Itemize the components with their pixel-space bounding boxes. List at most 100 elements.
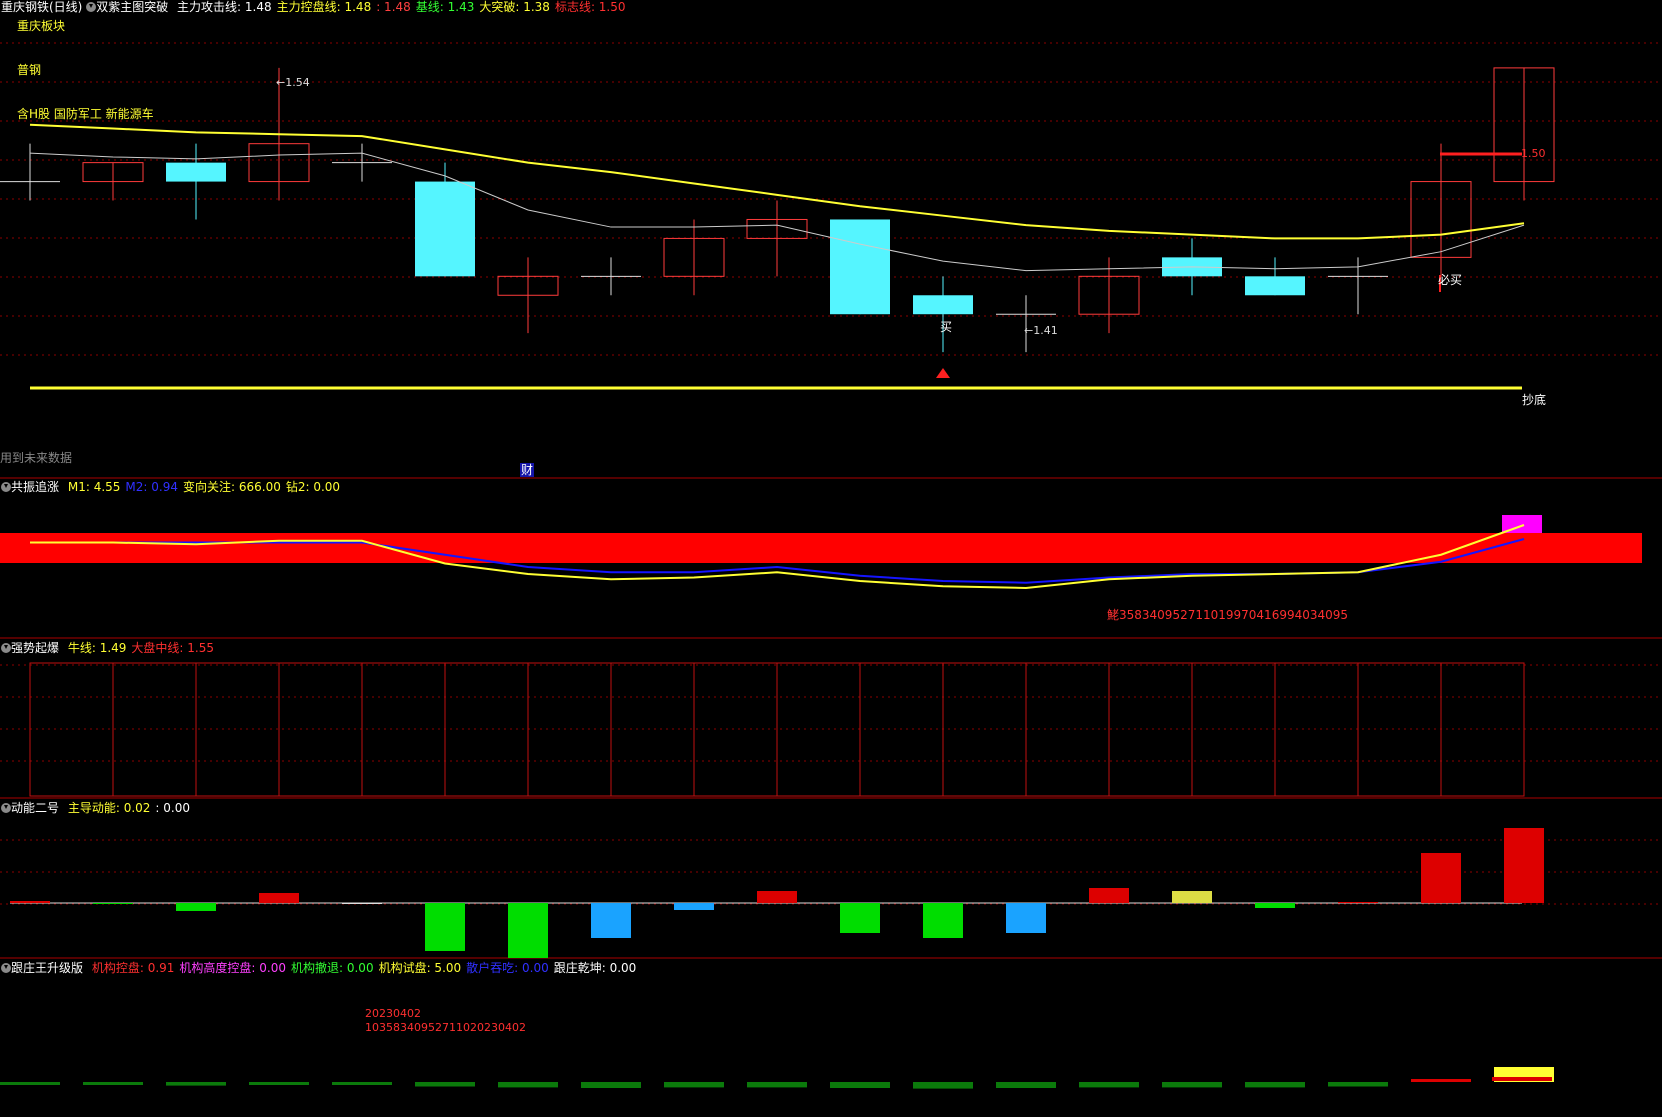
panel4-items: 主导动能: 0.02 : 0.00 (63, 801, 190, 815)
zhuang-bar (1245, 1082, 1305, 1088)
chart-stage: 重庆钢铁(日线) 双紫主图突破 主力攻击线: 1.48 主力控盘线: 1.48 : … (0, 0, 1662, 1117)
indicator-name: 双紫主图突破 (96, 0, 169, 14)
industry-tag: 普钢 (17, 63, 42, 77)
zhuang-bar (1162, 1082, 1222, 1088)
momentum-bar (1421, 853, 1461, 903)
panel3-items: 牛线: 1.49 大盘中线: 1.55 (63, 641, 214, 655)
momentum-bar (923, 903, 963, 938)
panel5-header: 跟庄王升级版 机构控盘: 0.91 机构高度控盘: 0.00 机构撤退: 0.00 机… (1, 961, 636, 975)
momentum-bar (10, 901, 50, 903)
candle-body-down (830, 219, 890, 315)
header-items: 主力攻击线: 1.48 主力控盘线: 1.48 : 1.48 基线: 1.43 大突破:… (172, 0, 625, 14)
header-item-2: : 1.48 (376, 0, 411, 14)
momentum-bar (1089, 888, 1129, 903)
strength-bar (1108, 662, 1193, 797)
zhuang-bar (166, 1082, 226, 1086)
buy-label: 买 (940, 320, 953, 334)
momentum-bar (1338, 902, 1378, 903)
header-item-4: 大突破: 1.38 (479, 0, 550, 14)
momentum-bar (259, 893, 299, 903)
momentum-bar (1504, 828, 1544, 903)
concept-tags: 含H股 国防军工 新能源车 (17, 107, 154, 121)
candle-body-down (415, 181, 475, 277)
must-buy-label: 必买 (1438, 273, 1463, 287)
momentum-bar (840, 903, 880, 933)
zhuang-bar (830, 1082, 890, 1088)
panel5-item-3: 机构试盘: 5.00 (378, 961, 462, 975)
sector-tag: 重庆板块 (17, 19, 66, 33)
zhuang-bar (332, 1082, 392, 1085)
gear-icon[interactable] (86, 2, 97, 12)
strength-bar (693, 662, 778, 797)
gear-icon[interactable] (1, 963, 11, 973)
panel5-item-4: 散户吞吃: 0.00 (466, 961, 549, 975)
chart-canvas[interactable] (0, 0, 1662, 1117)
zhuang-bar (0, 1082, 60, 1085)
buy-arrow-icon (936, 368, 950, 378)
panel4-item-1: : 0.00 (155, 801, 190, 815)
momentum-bar (93, 903, 133, 904)
header-item-0: 主力攻击线: 1.48 (177, 0, 272, 14)
strength-bar (112, 662, 197, 797)
zhuang-red-bar (1492, 1077, 1552, 1081)
panel5-item-2: 机构撤退: 0.00 (291, 961, 374, 975)
chaodi-label: 抄底 (1522, 393, 1547, 407)
panel3-item-0: 牛线: 1.49 (67, 641, 127, 655)
momentum-bar (757, 891, 797, 903)
last-value-label: 1.50 (1521, 147, 1546, 160)
candle-body-down (166, 162, 226, 182)
main-header: 重庆钢铁(日线) 双紫主图突破 主力攻击线: 1.48 主力控盘线: 1.48 : … (1, 0, 626, 14)
zhuang-bar (249, 1082, 309, 1085)
momentum-bar (342, 903, 382, 904)
future-data-label: 用到未来数据 (0, 451, 73, 465)
panel5-title: 跟庄王升级版 (11, 961, 84, 975)
header-item-3: 基线: 1.43 (415, 0, 475, 14)
candle-body-down (913, 295, 973, 315)
zhuang-bar (83, 1082, 143, 1085)
zhuang-bar (747, 1082, 807, 1088)
panel5-note1: 20230402 (365, 1007, 421, 1020)
strength-bar (1191, 662, 1276, 797)
zhuang-bar (1411, 1079, 1471, 1082)
panel2-title: 共振追涨 (11, 480, 60, 494)
resonance-band (0, 533, 1642, 563)
strength-bar (610, 662, 695, 797)
stock-title: 重庆钢铁(日线) (1, 0, 83, 14)
header-item-1: 主力控盘线: 1.48 (276, 0, 372, 14)
momentum-bar (1006, 903, 1046, 933)
momentum-bar (425, 903, 465, 951)
panel2-item-3: 钻2: 0.00 (285, 480, 341, 494)
gear-icon[interactable] (1, 643, 11, 653)
panel2-item-0: M1: 4.55 (67, 480, 121, 494)
panel3-title: 强势起爆 (11, 641, 60, 655)
panel2-note: 鮱3583409527110199704169940340​95 (1107, 608, 1349, 622)
panel2-item-2: 变向关注: 666.00 (183, 480, 281, 494)
momentum-bar (591, 903, 631, 938)
panel5-items: 机构控盘: 0.91 机构高度控盘: 0.00 机构撤退: 0.00 机构试盘: 5.… (87, 961, 636, 975)
panel5-note2: 10358340952711020230402 (365, 1021, 526, 1034)
panel2-item-1: M2: 0.94 (125, 480, 178, 494)
gear-icon[interactable] (1, 482, 11, 492)
panel5-item-1: 机构高度控盘: 0.00 (179, 961, 286, 975)
strength-bar (195, 662, 280, 797)
momentum-bar (1172, 891, 1212, 903)
zhuang-bar (913, 1082, 973, 1089)
panel2-header: 共振追涨 M1: 4.55 M2: 0.94 变向关注: 666.00 钻2: 0.0… (1, 480, 340, 494)
finance-marker[interactable]: 财 (520, 463, 535, 477)
panel4-header: 动能二号 主导动能: 0.02 : 0.00 (1, 801, 190, 815)
zhuang-bar (1328, 1082, 1388, 1087)
gear-icon[interactable] (1, 803, 11, 813)
zhuang-bar (664, 1082, 724, 1088)
zhuang-bar (498, 1082, 558, 1088)
panel5-item-0: 机构控盘: 0.91 (91, 961, 175, 975)
momentum-bar (508, 903, 548, 958)
low-label: ←1.41 (1024, 324, 1058, 337)
panel4-title: 动能二号 (11, 801, 60, 815)
panel3-header: 强势起爆 牛线: 1.49 大盘中线: 1.55 (1, 641, 214, 655)
zhuang-bar (415, 1082, 475, 1087)
header-item-5: 标志线: 1.50 (554, 0, 626, 14)
panel4-item-0: 主导动能: 0.02 (67, 801, 151, 815)
high-label: ←1.54 (276, 76, 310, 89)
candle-body-down (1245, 276, 1305, 296)
momentum-bar (1255, 903, 1295, 908)
